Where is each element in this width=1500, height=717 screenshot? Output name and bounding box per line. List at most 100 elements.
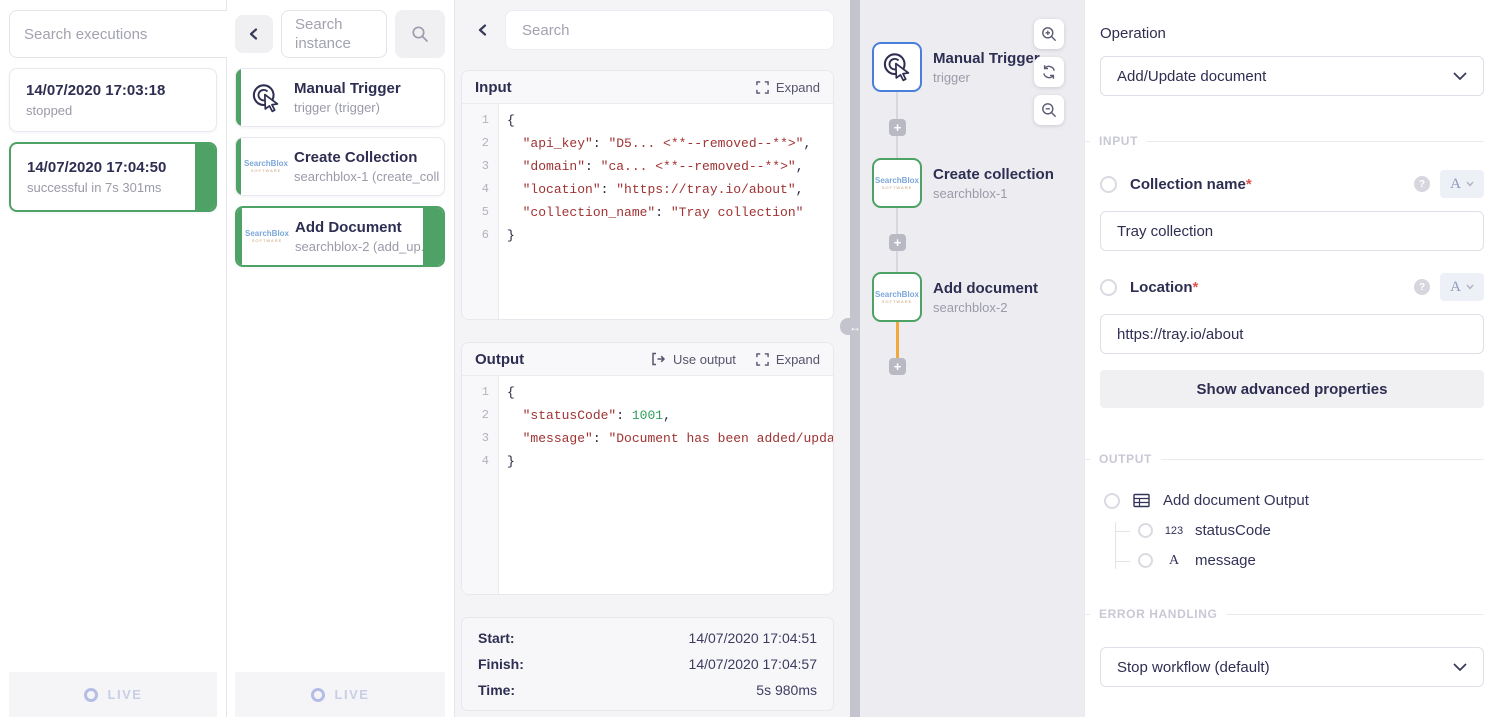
executions-panel: 14/07/2020 17:03:18 stopped 14/07/2020 1… (0, 0, 227, 717)
workflow-node-create-collection: SearchBloxSOFTWARE Create collection sea… (872, 158, 1054, 208)
field-type-selector[interactable]: A (1440, 170, 1484, 198)
zoom-in-icon (1041, 26, 1057, 42)
executions-live-footer[interactable]: LIVE (9, 672, 217, 717)
output-tree-item-message[interactable]: A message (1116, 552, 1484, 569)
mapping-radio[interactable] (1138, 553, 1153, 568)
output-tree-root[interactable]: Add document Output (1104, 492, 1484, 509)
add-document-node[interactable]: SearchBloxSOFTWARE (872, 272, 922, 322)
connector-line (896, 136, 898, 158)
code-line: 3 "message": "Document has been added/up… (462, 427, 833, 450)
node-title: Manual Trigger (933, 50, 1040, 67)
step-title: Add Document (295, 219, 432, 236)
add-step-button[interactable] (889, 119, 906, 136)
collection-name-input[interactable] (1100, 211, 1484, 251)
mapping-radio[interactable] (1138, 523, 1153, 538)
connector-line-active (896, 322, 899, 358)
collection-name-label: Collection name* (1130, 176, 1252, 193)
connector-line (896, 208, 898, 234)
io-search-input[interactable] (505, 10, 834, 50)
help-icon[interactable] (1414, 279, 1430, 295)
timing-row-time: Time: 5s 980ms (478, 682, 817, 698)
chevron-down-icon (1466, 284, 1474, 290)
error-handling-value: Stop workflow (default) (1117, 659, 1270, 676)
instance-search-input[interactable]: Search instance (281, 10, 387, 58)
output-tree: Add document Output 123 statusCode A mes… (1100, 492, 1484, 569)
use-output-icon (651, 352, 666, 366)
operation-dropdown[interactable]: Add/Update document (1100, 56, 1484, 96)
chevron-down-icon (1453, 72, 1467, 81)
code-line: 1{ (462, 109, 833, 132)
step-subtitle: searchblox-2 (add_up... (295, 239, 432, 254)
output-card-header: Output Use output Expand (462, 343, 833, 376)
use-output-button[interactable]: Use output (651, 352, 736, 367)
mapping-radio[interactable] (1100, 176, 1117, 193)
execution-item[interactable]: 14/07/2020 17:03:18 stopped (9, 68, 217, 132)
execution-item-selected[interactable]: 14/07/2020 17:04:50 successful in 7s 301… (9, 142, 217, 212)
zoom-out-button[interactable] (1034, 95, 1064, 125)
input-card: Input Expand 1{2 "api_key": "D5... <**--… (461, 70, 834, 320)
error-handling-section-divider: ERROR HANDLING (1100, 607, 1484, 621)
canvas-zoom-controls (1034, 19, 1064, 125)
chevron-down-icon (1466, 181, 1474, 187)
manual-trigger-icon (881, 51, 913, 83)
live-indicator-icon (311, 688, 325, 702)
expand-icon (756, 81, 769, 94)
collapse-panel-button[interactable] (235, 15, 273, 53)
operation-value: Add/Update document (1117, 68, 1266, 85)
input-code-editor[interactable]: 1{2 "api_key": "D5... <**--removed--**>"… (462, 104, 833, 319)
add-step-button[interactable] (889, 358, 906, 375)
search-icon (411, 25, 429, 43)
add-step-button[interactable] (889, 234, 906, 251)
output-tree-children: 123 statusCode A message (1115, 522, 1484, 569)
instance-search-button[interactable] (395, 10, 445, 58)
step-item-add-document[interactable]: SearchBloxSOFTWARE Add Document searchbl… (235, 206, 445, 267)
number-type-icon: 123 (1163, 525, 1185, 537)
mapping-radio[interactable] (1104, 493, 1120, 509)
expand-output-button[interactable]: Expand (756, 352, 820, 367)
panel-resize-divider[interactable] (850, 0, 860, 717)
executions-search-row (9, 10, 217, 58)
operation-label: Operation (1100, 25, 1484, 42)
chevron-down-icon (1453, 663, 1467, 672)
chevron-left-icon (248, 28, 260, 40)
live-label: LIVE (108, 687, 143, 702)
code-line: 4} (462, 450, 833, 473)
node-title: Create collection (933, 166, 1054, 183)
zoom-in-button[interactable] (1034, 19, 1064, 49)
step-subtitle: searchblox-1 (create_colle... (294, 169, 439, 184)
create-collection-node[interactable]: SearchBloxSOFTWARE (872, 158, 922, 208)
mapping-radio[interactable] (1100, 279, 1117, 296)
execution-status: successful in 7s 301ms (27, 180, 199, 195)
connector-line (896, 92, 898, 119)
output-card: Output Use output Expand 1{2 "statusCode… (461, 342, 834, 595)
code-line: 1{ (462, 381, 833, 404)
expand-input-button[interactable]: Expand (756, 80, 820, 95)
manual-trigger-node[interactable] (872, 42, 922, 92)
error-handling-dropdown[interactable]: Stop workflow (default) (1100, 647, 1484, 687)
live-label: LIVE (335, 687, 370, 702)
executions-search-input[interactable] (9, 10, 238, 58)
step-item-manual-trigger[interactable]: Manual Trigger trigger (trigger) (235, 68, 445, 127)
output-code-editor[interactable]: 1{2 "statusCode": 1001,3 "message": "Doc… (462, 376, 833, 594)
input-title: Input (475, 79, 512, 96)
reset-zoom-button[interactable] (1034, 57, 1064, 87)
location-field-row: Location* A (1100, 273, 1484, 301)
output-title: Output (475, 351, 524, 368)
instance-live-footer[interactable]: LIVE (235, 672, 445, 717)
collapse-io-panel-button[interactable] (461, 24, 505, 36)
output-tree-item-statuscode[interactable]: 123 statusCode (1116, 522, 1484, 539)
zoom-out-icon (1041, 102, 1057, 118)
workflow-canvas[interactable]: Manual Trigger trigger SearchBloxSOFTWAR… (860, 0, 1084, 717)
field-type-selector[interactable]: A (1440, 273, 1484, 301)
searchblox-logo-icon: SearchBloxSOFTWARE (249, 230, 285, 243)
chevron-left-icon (477, 24, 489, 36)
step-title: Manual Trigger (294, 80, 401, 97)
location-input[interactable] (1100, 314, 1484, 354)
help-icon[interactable] (1414, 176, 1430, 192)
step-item-create-collection[interactable]: SearchBloxSOFTWARE Create Collection sea… (235, 137, 445, 196)
show-advanced-properties-button[interactable]: Show advanced properties (1100, 370, 1484, 408)
manual-trigger-icon (248, 82, 284, 114)
input-card-header: Input Expand (462, 71, 833, 104)
string-type-icon: A (1163, 553, 1185, 569)
timing-card: Start: 14/07/2020 17:04:51 Finish: 14/07… (461, 617, 834, 711)
